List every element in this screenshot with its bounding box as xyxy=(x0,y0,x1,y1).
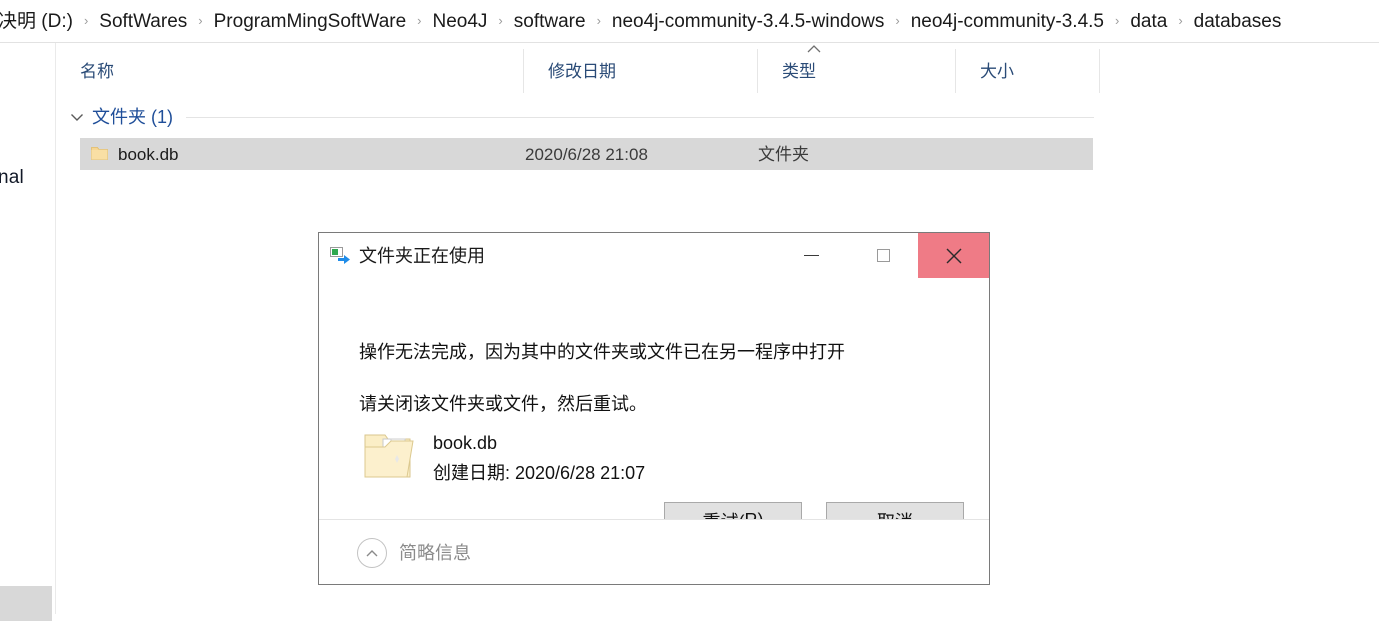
close-button[interactable] xyxy=(918,233,989,278)
breadcrumb-item-1[interactable]: SoftWares xyxy=(97,12,189,31)
column-header-end-divider xyxy=(1099,49,1100,93)
folder-icon xyxy=(91,146,108,161)
breadcrumb-separator-icon[interactable]: › xyxy=(588,14,610,27)
breadcrumb-item-6[interactable]: neo4j-community-3.4.5 xyxy=(909,12,1106,31)
breadcrumb-item-4[interactable]: software xyxy=(512,12,588,31)
breadcrumb-item-8[interactable]: databases xyxy=(1192,12,1284,31)
minimize-icon xyxy=(803,255,819,256)
move-items-icon xyxy=(330,247,352,264)
less-information-toggle[interactable]: 简略信息 xyxy=(357,538,471,568)
table-cell-type: 文件夹 xyxy=(758,144,809,164)
dialog-title: 文件夹正在使用 xyxy=(359,246,485,266)
breadcrumb-separator-icon[interactable]: › xyxy=(1169,14,1191,27)
dialog-footer: 简略信息 xyxy=(319,519,989,584)
nav-item-clipped-label[interactable]: nal xyxy=(0,167,24,189)
close-icon xyxy=(946,248,961,263)
maximize-icon xyxy=(876,249,890,262)
less-information-label: 简略信息 xyxy=(399,543,471,563)
breadcrumb-item-7[interactable]: data xyxy=(1128,12,1169,31)
table-cell-name: book.db xyxy=(118,144,179,164)
column-header-size[interactable]: 大小 xyxy=(955,49,1099,93)
breadcrumb-item-5[interactable]: neo4j-community-3.4.5-windows xyxy=(610,12,886,31)
file-info: book.db 创建日期: 2020/6/28 21:07 xyxy=(361,426,781,488)
maximize-button[interactable] xyxy=(859,233,907,278)
column-header-row: 名称 修改日期 类型 大小 xyxy=(56,49,1379,93)
breadcrumb-item-3[interactable]: Neo4J xyxy=(431,12,490,31)
breadcrumb-separator-icon[interactable]: › xyxy=(886,14,908,27)
dialog-message-line-2: 请关闭该文件夹或文件，然后重试。 xyxy=(359,394,647,414)
column-header-size-label: 大小 xyxy=(980,61,1014,81)
file-info-name: book.db xyxy=(433,433,498,453)
column-header-date-modified[interactable]: 修改日期 xyxy=(523,49,757,93)
dialog-body: 操作无法完成，因为其中的文件夹或文件已在另一程序中打开 请关闭该文件夹或文件，然… xyxy=(319,278,989,542)
breadcrumb-item-2[interactable]: ProgramMingSoftWare xyxy=(212,12,409,31)
chevron-up-circle-icon xyxy=(357,538,387,568)
column-header-type[interactable]: 类型 xyxy=(757,49,955,93)
navigation-pane[interactable]: nal xyxy=(0,43,56,621)
dialog-message-line-1: 操作无法完成，因为其中的文件夹或文件已在另一程序中打开 xyxy=(359,342,845,362)
file-info-created-date: 创建日期: 2020/6/28 21:07 xyxy=(433,463,646,483)
breadcrumb: 决明 (D:) › SoftWares › ProgramMingSoftWar… xyxy=(0,0,1379,42)
breadcrumb-separator-icon[interactable]: › xyxy=(489,14,511,27)
group-header-rule xyxy=(186,117,1094,118)
nav-item-selected[interactable] xyxy=(0,586,52,621)
column-header-type-label: 类型 xyxy=(782,61,816,81)
breadcrumb-separator-icon[interactable]: › xyxy=(75,14,97,27)
column-header-name[interactable]: 名称 xyxy=(56,49,523,93)
dialog-titlebar[interactable]: 文件夹正在使用 xyxy=(319,233,989,278)
column-header-date-modified-label: 修改日期 xyxy=(548,61,616,81)
breadcrumb-separator-icon[interactable]: › xyxy=(408,14,430,27)
table-row[interactable]: book.db 2020/6/28 21:08 文件夹 xyxy=(80,138,1093,170)
sort-ascending-icon xyxy=(805,44,823,54)
breadcrumb-item-0[interactable]: 决明 (D:) xyxy=(0,12,75,31)
breadcrumb-separator-icon[interactable]: › xyxy=(1106,14,1128,27)
minimize-button[interactable] xyxy=(787,233,835,278)
column-header-name-label: 名称 xyxy=(80,61,114,81)
group-header-folders[interactable]: 文件夹 (1) xyxy=(68,105,173,129)
table-cell-date-modified: 2020/6/28 21:08 xyxy=(525,144,648,164)
addressbar-divider xyxy=(0,42,1379,43)
open-folder-icon xyxy=(361,429,421,485)
breadcrumb-separator-icon[interactable]: › xyxy=(189,14,211,27)
folder-in-use-dialog: 文件夹正在使用 操作无法完成，因为其中的文件夹或文件已在另一程序中打开 请关闭该… xyxy=(318,232,990,585)
chevron-down-icon[interactable] xyxy=(68,108,86,126)
group-header-label: 文件夹 (1) xyxy=(92,107,173,127)
